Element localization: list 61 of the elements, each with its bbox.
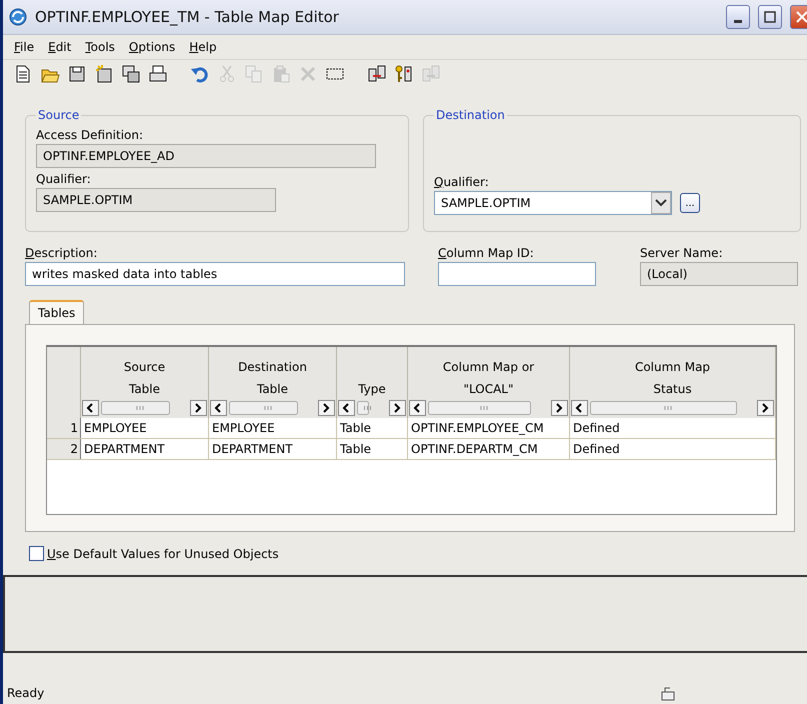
column-map-id-field[interactable]: [438, 262, 596, 286]
qualifier-dropdown[interactable]: SAMPLE.OPTIM: [434, 191, 672, 215]
save-icon[interactable]: [67, 64, 87, 84]
minimize-button[interactable]: [726, 5, 750, 29]
group-title: Destination: [435, 108, 506, 122]
status-text: Ready: [7, 686, 46, 700]
maximize-button[interactable]: [758, 5, 782, 29]
column-scrollbar[interactable]: [210, 400, 336, 416]
table-cell: EMPLOYEE: [209, 418, 337, 438]
save-new-icon[interactable]: [94, 64, 114, 84]
menu-item[interactable]: File: [9, 40, 40, 54]
menu-item[interactable]: Help: [184, 40, 222, 54]
field-label: Description:: [25, 246, 98, 260]
column-header: Destination Table: [237, 359, 308, 398]
lock-icon: [660, 685, 676, 701]
table-cell: EMPLOYEE: [81, 418, 209, 438]
app-icon: [9, 8, 27, 26]
minimize-icon: [734, 20, 742, 22]
qualifier-field[interactable]: SAMPLE.OPTIM: [36, 188, 276, 212]
column-header: Type: [357, 381, 387, 398]
column-scrollbar[interactable]: [409, 400, 569, 416]
server-name-field: (Local): [640, 262, 798, 286]
menu-item[interactable]: Tools: [80, 40, 120, 54]
access-definition-field[interactable]: OPTINF.EMPLOYEE_AD: [36, 144, 376, 168]
menu-item[interactable]: Options: [124, 40, 180, 54]
row-number[interactable]: 2: [47, 439, 81, 459]
column-scrollbar[interactable]: [82, 400, 208, 416]
field-label: Column Map ID:: [438, 246, 535, 260]
column-header: Column Map or "LOCAL": [442, 359, 536, 398]
field-label: Server Name:: [640, 246, 724, 260]
column-header: Source Table: [122, 359, 166, 398]
close-icon: [796, 11, 807, 23]
menu-item[interactable]: Edit: [43, 40, 76, 54]
field-label: Access Definition:: [36, 128, 144, 142]
checkbox-label: Use Default Values for Unused Objects: [47, 546, 279, 560]
table-cell: OPTINF.EMPLOYEE_CM: [408, 418, 570, 438]
table-map-icon[interactable]: [367, 64, 387, 84]
table-cell: DEPARTMENT: [81, 439, 209, 459]
table-cell: Defined: [570, 418, 776, 438]
field-label: Qualifier:: [36, 172, 92, 186]
column-scrollbar[interactable]: [571, 400, 775, 416]
table-cell: Defined: [570, 439, 776, 459]
column-scrollbar[interactable]: [338, 400, 407, 416]
tab[interactable]: Tables: [29, 300, 84, 324]
row-number[interactable]: 1: [47, 418, 81, 438]
keys-icon[interactable]: [394, 64, 414, 84]
description-field[interactable]: writes masked data into tables: [25, 262, 405, 286]
field-label: Qualifier:: [434, 175, 490, 189]
table-cell: Table: [337, 439, 408, 459]
table-cell: Table: [337, 418, 408, 438]
group-title: Source: [37, 108, 80, 122]
print-icon[interactable]: [148, 64, 168, 84]
maximize-icon: [764, 11, 776, 23]
column-header: Column Map Status: [634, 359, 712, 398]
checkbox[interactable]: [29, 546, 44, 561]
table-cell: DEPARTMENT: [209, 439, 337, 459]
browse-button[interactable]: ...: [680, 193, 700, 213]
window-title: OPTINF.EMPLOYEE_TM - Table Map Editor: [35, 8, 340, 26]
close-button[interactable]: [790, 5, 807, 29]
windows-icon[interactable]: [121, 64, 141, 84]
table-cell: OPTINF.DEPARTM_CM: [408, 439, 570, 459]
